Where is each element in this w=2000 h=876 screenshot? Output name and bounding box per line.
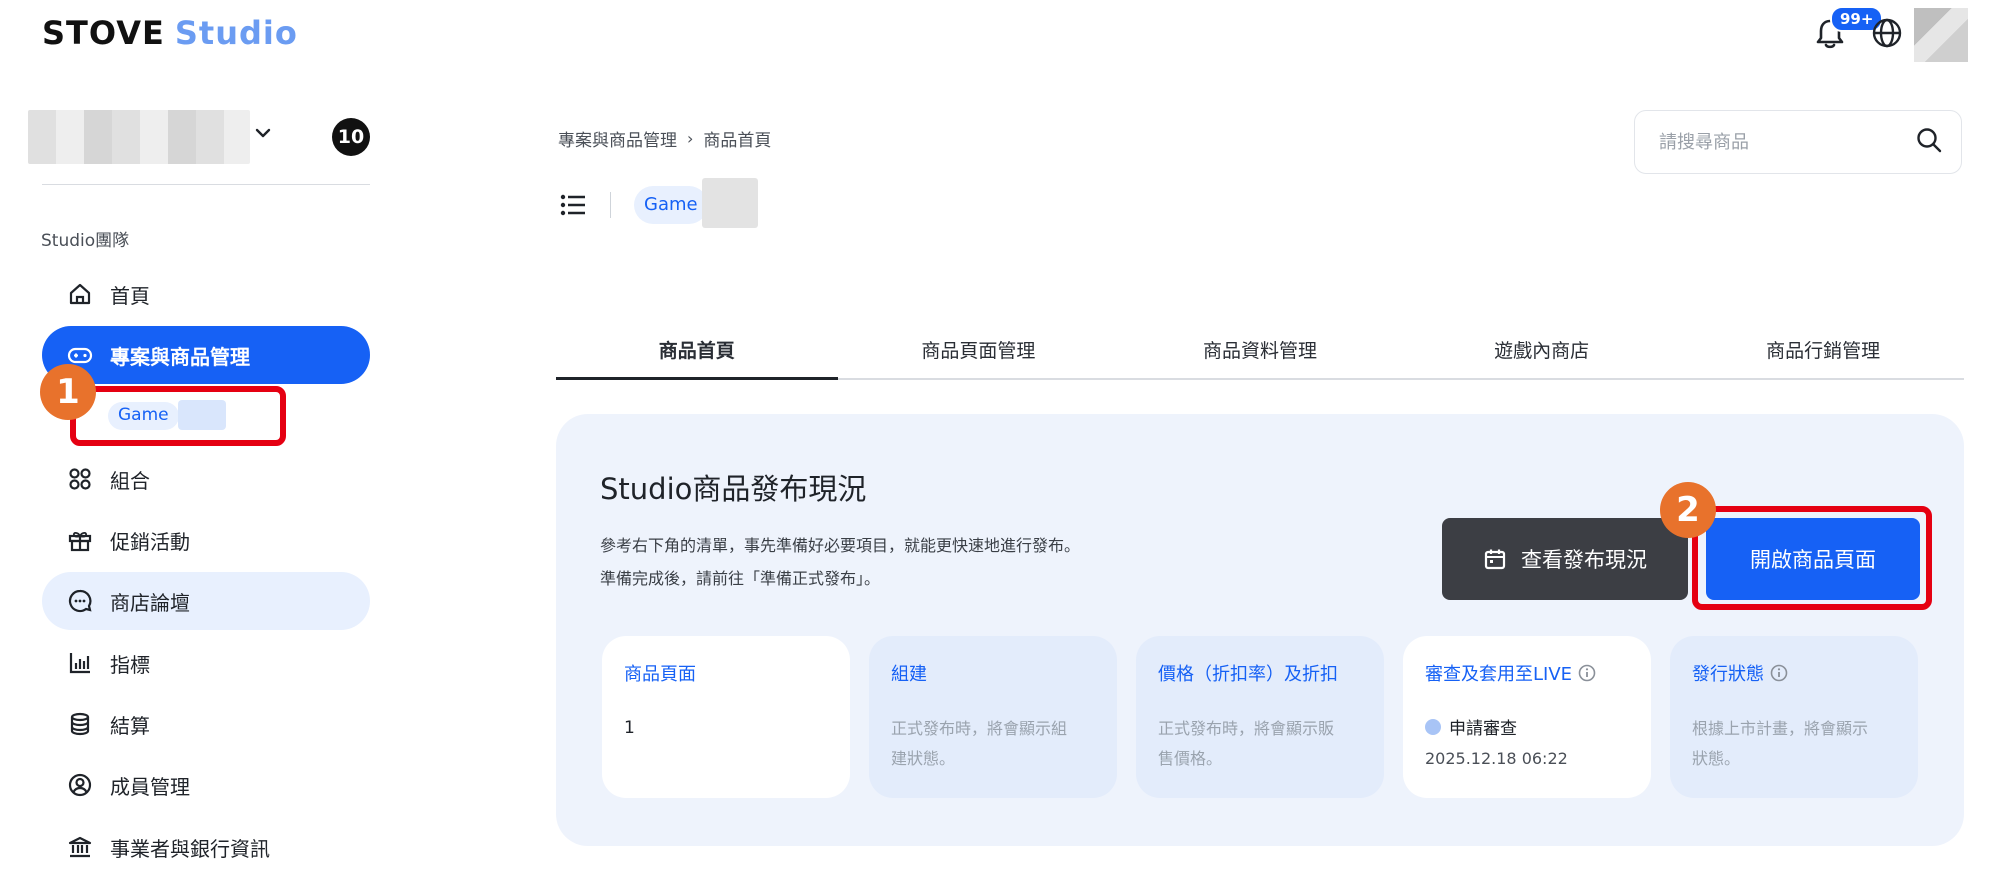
search-icon[interactable] (1915, 126, 1943, 158)
panel-title: Studio商品發布現況 (600, 472, 867, 506)
product-tabs: 商品首頁 商品頁面管理 商品資料管理 遊戲內商店 商品行銷管理 (556, 326, 1964, 380)
breadcrumb-separator: › (687, 129, 694, 148)
info-icon[interactable] (1770, 664, 1788, 682)
sidebar-item-label: 組合 (110, 468, 150, 493)
card-title: 組建 (891, 664, 927, 685)
calendar-icon (1483, 547, 1507, 571)
toolbar-divider (610, 192, 611, 218)
avatar[interactable] (1914, 8, 1968, 62)
team-selector[interactable] (28, 110, 250, 164)
tab-product-data[interactable]: 商品資料管理 (1119, 326, 1401, 378)
sidebar-item-label: 促銷活動 (110, 529, 190, 554)
sidebar-item-bundle[interactable]: 組合 (42, 450, 370, 508)
bank-icon (66, 833, 94, 861)
bundle-icon (66, 465, 94, 493)
tab-marketing[interactable]: 商品行銷管理 (1682, 326, 1964, 378)
card-title-row: 審查及套用至LIVE (1425, 660, 1629, 686)
sidebar-item-label: 事業者與銀行資訊 (110, 836, 270, 861)
sidebar-divider (42, 184, 370, 185)
card-title-row: 發行狀態 (1692, 660, 1896, 686)
callout-number-1: 1 (40, 364, 96, 420)
sidebar-item-label: 專案與商品管理 (110, 344, 250, 369)
card-title: 價格（折扣率）及折扣 (1158, 664, 1338, 685)
sidebar-item-metrics[interactable]: 指標 (42, 634, 370, 692)
database-icon (66, 710, 94, 738)
globe-icon[interactable] (1870, 16, 1904, 50)
status-card-build: 組建 正式發布時，將會顯示組 建狀態。 (869, 636, 1117, 798)
product-search (1634, 110, 1962, 174)
callout-highlight-2 (1692, 506, 1932, 610)
logo-stove-text: STOVE (42, 14, 165, 52)
sidebar-item-forum[interactable]: 商店論壇 (42, 572, 370, 630)
breadcrumb-item-projects[interactable]: 專案與商品管理 (558, 126, 677, 151)
card-description: 根據上市計畫，將會顯示 狀態。 (1692, 719, 1869, 768)
search-input[interactable] (1659, 131, 1915, 153)
gift-icon (66, 526, 94, 554)
card-value: 1 (624, 718, 635, 738)
home-icon (66, 280, 94, 308)
sidebar-item-promotions[interactable]: 促銷活動 (42, 511, 370, 569)
list-icon[interactable] (558, 190, 588, 220)
sidebar-item-projects[interactable]: 專案與商品管理 (42, 326, 370, 384)
breadcrumb: 專案與商品管理 › 商品首頁 (558, 126, 771, 151)
status-label: 申請審查 (1449, 719, 1517, 739)
card-description: 正式發布時，將會顯示組 建狀態。 (891, 719, 1068, 768)
tab-product-page[interactable]: 商品頁面管理 (838, 326, 1120, 378)
info-icon[interactable] (1578, 664, 1596, 682)
chat-icon (66, 587, 94, 615)
status-card-review[interactable]: 審查及套用至LIVE 申請審查 2025.12.18 06:22 (1403, 636, 1651, 798)
sidebar-item-label: 指標 (110, 652, 150, 677)
callout-number-2: 2 (1660, 482, 1716, 538)
sidebar-item-label: 結算 (110, 713, 150, 738)
view-status-label: 查看發布現況 (1521, 548, 1647, 572)
stove-studio-logo[interactable]: STOVE Studio (42, 14, 298, 52)
tab-product-home[interactable]: 商品首頁 (556, 326, 838, 380)
status-card-product-page[interactable]: 商品頁面 1 (602, 636, 850, 798)
sidebar-item-business-bank[interactable]: 事業者與銀行資訊 (42, 818, 370, 876)
status-card-release: 發行狀態 根據上市計畫，將會顯示 狀態。 (1670, 636, 1918, 798)
card-title: 審查及套用至LIVE (1425, 664, 1573, 685)
sidebar-item-label: 商店論壇 (110, 590, 190, 615)
sidebar-item-members[interactable]: 成員管理 (42, 756, 370, 814)
view-status-button[interactable]: 查看發布現況 (1442, 518, 1688, 600)
chart-icon (66, 649, 94, 677)
status-timestamp: 2025.12.18 06:22 (1425, 749, 1568, 768)
status-card-price: 價格（折扣率）及折扣 正式發布時，將會顯示販 售價格。 (1136, 636, 1384, 798)
tab-ingame-store[interactable]: 遊戲內商店 (1401, 326, 1683, 378)
sidebar-item-settlement[interactable]: 結算 (42, 695, 370, 753)
user-circle-icon (66, 771, 94, 799)
sidebar-item-home[interactable]: 首頁 (42, 265, 370, 323)
card-title: 商品頁面 (624, 664, 696, 685)
card-description: 正式發布時，將會顯示販 售價格。 (1158, 719, 1335, 768)
review-status: 申請審查 (1425, 714, 1629, 739)
breadcrumb-item-current: 商品首頁 (703, 131, 772, 151)
logo-studio-text: Studio (174, 14, 298, 52)
sidebar-section-label: Studio團隊 (41, 231, 130, 251)
team-count-badge: 10 (332, 118, 370, 156)
sidebar-item-label: 首頁 (110, 283, 150, 308)
sidebar-item-label: 成員管理 (110, 774, 190, 799)
product-name-blur (702, 178, 758, 228)
panel-description: 準備完成後，請前往「準備正式發布」。 (600, 569, 881, 588)
chevron-down-icon[interactable] (252, 122, 274, 144)
product-type-chip: Game (634, 186, 708, 224)
status-dot (1425, 718, 1441, 735)
callout-highlight-1 (70, 386, 286, 446)
card-title: 發行狀態 (1692, 664, 1764, 685)
panel-description: 參考右下角的清單，事先準備好必要項目，就能更快速地進行發布。 (600, 536, 1081, 555)
